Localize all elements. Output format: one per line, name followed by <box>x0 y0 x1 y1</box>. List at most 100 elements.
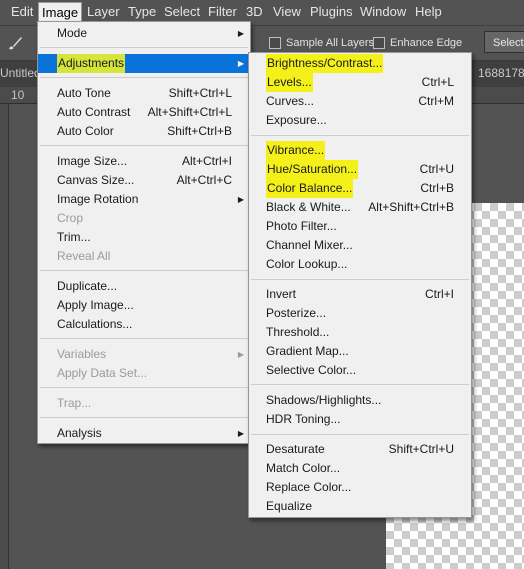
menu-3d[interactable]: 3D <box>246 4 263 19</box>
menu-item-hdr-toning[interactable]: HDR Toning... <box>249 410 471 429</box>
menu-separator <box>251 279 469 280</box>
menu-item-variables[interactable]: Variables ▶ <box>38 345 250 364</box>
menu-item-color-lookup[interactable]: Color Lookup... <box>249 255 471 274</box>
menu-item-label: Gradient Map... <box>266 344 349 358</box>
menu-item-black-white[interactable]: Black & White... Alt+Shift+Ctrl+B <box>249 198 471 217</box>
menu-item-replace-color[interactable]: Replace Color... <box>249 478 471 497</box>
checkbox-box <box>269 37 281 49</box>
menu-item-adjustments[interactable]: Adjustments ▶ <box>38 54 250 73</box>
menu-image[interactable]: Image <box>38 2 83 22</box>
menu-item-trim[interactable]: Trim... <box>38 228 250 247</box>
menu-item-shortcut: Shift+Ctrl+B <box>167 124 232 138</box>
menu-item-shortcut: Ctrl+B <box>420 181 454 195</box>
menu-item-label: Calculations... <box>57 317 133 331</box>
menu-item-label: Mode <box>57 26 88 40</box>
menu-item-apply-image[interactable]: Apply Image... <box>38 296 250 315</box>
sample-all-layers-checkbox[interactable]: Sample All Layers <box>269 37 374 49</box>
menu-separator <box>251 384 469 385</box>
menu-item-gradient-map[interactable]: Gradient Map... <box>249 342 471 361</box>
menu-item-photo-filter[interactable]: Photo Filter... <box>249 217 471 236</box>
menu-item-shortcut: Alt+Shift+Ctrl+B <box>368 200 454 214</box>
menu-item-label: Vibrance... <box>266 141 326 160</box>
menu-item-label: Desaturate <box>266 442 325 456</box>
adjustments-submenu: Brightness/Contrast... Levels... Ctrl+L … <box>248 52 472 518</box>
menu-item-shortcut: Shift+Ctrl+U <box>388 442 454 456</box>
select-subject-button[interactable]: Select S <box>484 31 524 53</box>
menu-item-label: Exposure... <box>266 113 327 127</box>
menu-item-label: Image Rotation <box>57 192 139 206</box>
menu-item-image-rotation[interactable]: Image Rotation ▶ <box>38 190 250 209</box>
menu-item-shortcut: Shift+Ctrl+L <box>168 86 232 100</box>
menu-item-image-size[interactable]: Image Size... Alt+Ctrl+I <box>38 152 250 171</box>
menu-view[interactable]: View <box>273 4 301 19</box>
ruler-label: 10 <box>11 88 25 102</box>
image-menu: Mode ▶ Adjustments ▶ Auto Tone Shift+Ctr… <box>37 21 251 444</box>
menu-item-label: Color Balance... <box>266 179 354 198</box>
menu-item-canvas-size[interactable]: Canvas Size... Alt+Ctrl+C <box>38 171 250 190</box>
menu-item-label: Curves... <box>266 94 315 108</box>
submenu-arrow-icon: ▶ <box>237 429 244 438</box>
menu-item-analysis[interactable]: Analysis ▶ <box>38 424 250 443</box>
menu-item-mode[interactable]: Mode ▶ <box>38 24 250 43</box>
menu-item-label: Threshold... <box>266 325 330 339</box>
menu-item-curves[interactable]: Curves... Ctrl+M <box>249 92 471 111</box>
menu-item-apply-data-set[interactable]: Apply Data Set... <box>38 364 250 383</box>
menu-item-label: Auto Tone <box>57 86 111 100</box>
submenu-arrow-icon: ▶ <box>237 29 244 38</box>
menu-item-hue-saturation[interactable]: Hue/Saturation... Ctrl+U <box>249 160 471 179</box>
enhance-edge-label: Enhance Edge <box>390 37 463 49</box>
menu-select[interactable]: Select <box>164 4 200 19</box>
menu-item-equalize[interactable]: Equalize <box>249 497 471 516</box>
menu-item-brightness-contrast[interactable]: Brightness/Contrast... <box>249 54 471 73</box>
menu-edit[interactable]: Edit <box>11 4 33 19</box>
menu-item-trap[interactable]: Trap... <box>38 394 250 413</box>
menu-item-exposure[interactable]: Exposure... <box>249 111 471 130</box>
menu-item-label: Canvas Size... <box>57 173 135 187</box>
menu-item-shortcut: Ctrl+U <box>419 162 454 176</box>
menu-item-levels[interactable]: Levels... Ctrl+L <box>249 73 471 92</box>
menu-item-label: Analysis <box>57 426 102 440</box>
menu-item-auto-tone[interactable]: Auto Tone Shift+Ctrl+L <box>38 84 250 103</box>
menu-item-reveal-all[interactable]: Reveal All <box>38 247 250 266</box>
document-tab[interactable]: Untitled <box>0 66 41 80</box>
menu-plugins[interactable]: Plugins <box>310 4 353 19</box>
menu-item-color-balance[interactable]: Color Balance... Ctrl+B <box>249 179 471 198</box>
sample-all-layers-label: Sample All Layers <box>286 37 375 49</box>
menu-item-desaturate[interactable]: Desaturate Shift+Ctrl+U <box>249 440 471 459</box>
menu-item-shadows-highlights[interactable]: Shadows/Highlights... <box>249 391 471 410</box>
menu-type[interactable]: Type <box>128 4 156 19</box>
menu-separator <box>251 135 469 136</box>
menu-item-selective-color[interactable]: Selective Color... <box>249 361 471 380</box>
menu-item-label: Selective Color... <box>266 363 357 377</box>
menu-item-label: Duplicate... <box>57 279 118 293</box>
menu-item-label: Equalize <box>266 499 313 513</box>
menu-item-invert[interactable]: Invert Ctrl+I <box>249 285 471 304</box>
document-tab-secondary[interactable]: 1688178 <box>478 66 524 80</box>
menu-item-auto-color[interactable]: Auto Color Shift+Ctrl+B <box>38 122 250 141</box>
menu-item-threshold[interactable]: Threshold... <box>249 323 471 342</box>
menu-item-crop[interactable]: Crop <box>38 209 250 228</box>
menu-separator <box>251 434 469 435</box>
enhance-edge-checkbox[interactable]: Enhance Edge <box>373 37 462 49</box>
menu-item-label: Black & White... <box>266 200 351 214</box>
menu-item-label: Shadows/Highlights... <box>266 393 382 407</box>
menu-separator <box>40 145 248 146</box>
menu-item-channel-mixer[interactable]: Channel Mixer... <box>249 236 471 255</box>
menu-window[interactable]: Window <box>360 4 406 19</box>
menu-help[interactable]: Help <box>415 4 442 19</box>
menu-item-label: Apply Image... <box>57 298 134 312</box>
menu-layer[interactable]: Layer <box>87 4 120 19</box>
menu-item-duplicate[interactable]: Duplicate... <box>38 277 250 296</box>
menu-item-auto-contrast[interactable]: Auto Contrast Alt+Shift+Ctrl+L <box>38 103 250 122</box>
submenu-arrow-icon: ▶ <box>237 195 244 204</box>
menu-separator <box>40 77 248 78</box>
menu-item-shortcut: Alt+Shift+Ctrl+L <box>147 105 232 119</box>
menu-item-vibrance[interactable]: Vibrance... <box>249 141 471 160</box>
menu-item-label: Posterize... <box>266 306 327 320</box>
brush-tool-icon[interactable] <box>6 34 24 52</box>
menu-item-label: Apply Data Set... <box>57 366 148 380</box>
menu-item-posterize[interactable]: Posterize... <box>249 304 471 323</box>
menu-item-match-color[interactable]: Match Color... <box>249 459 471 478</box>
menu-item-calculations[interactable]: Calculations... <box>38 315 250 334</box>
menu-filter[interactable]: Filter <box>208 4 237 19</box>
